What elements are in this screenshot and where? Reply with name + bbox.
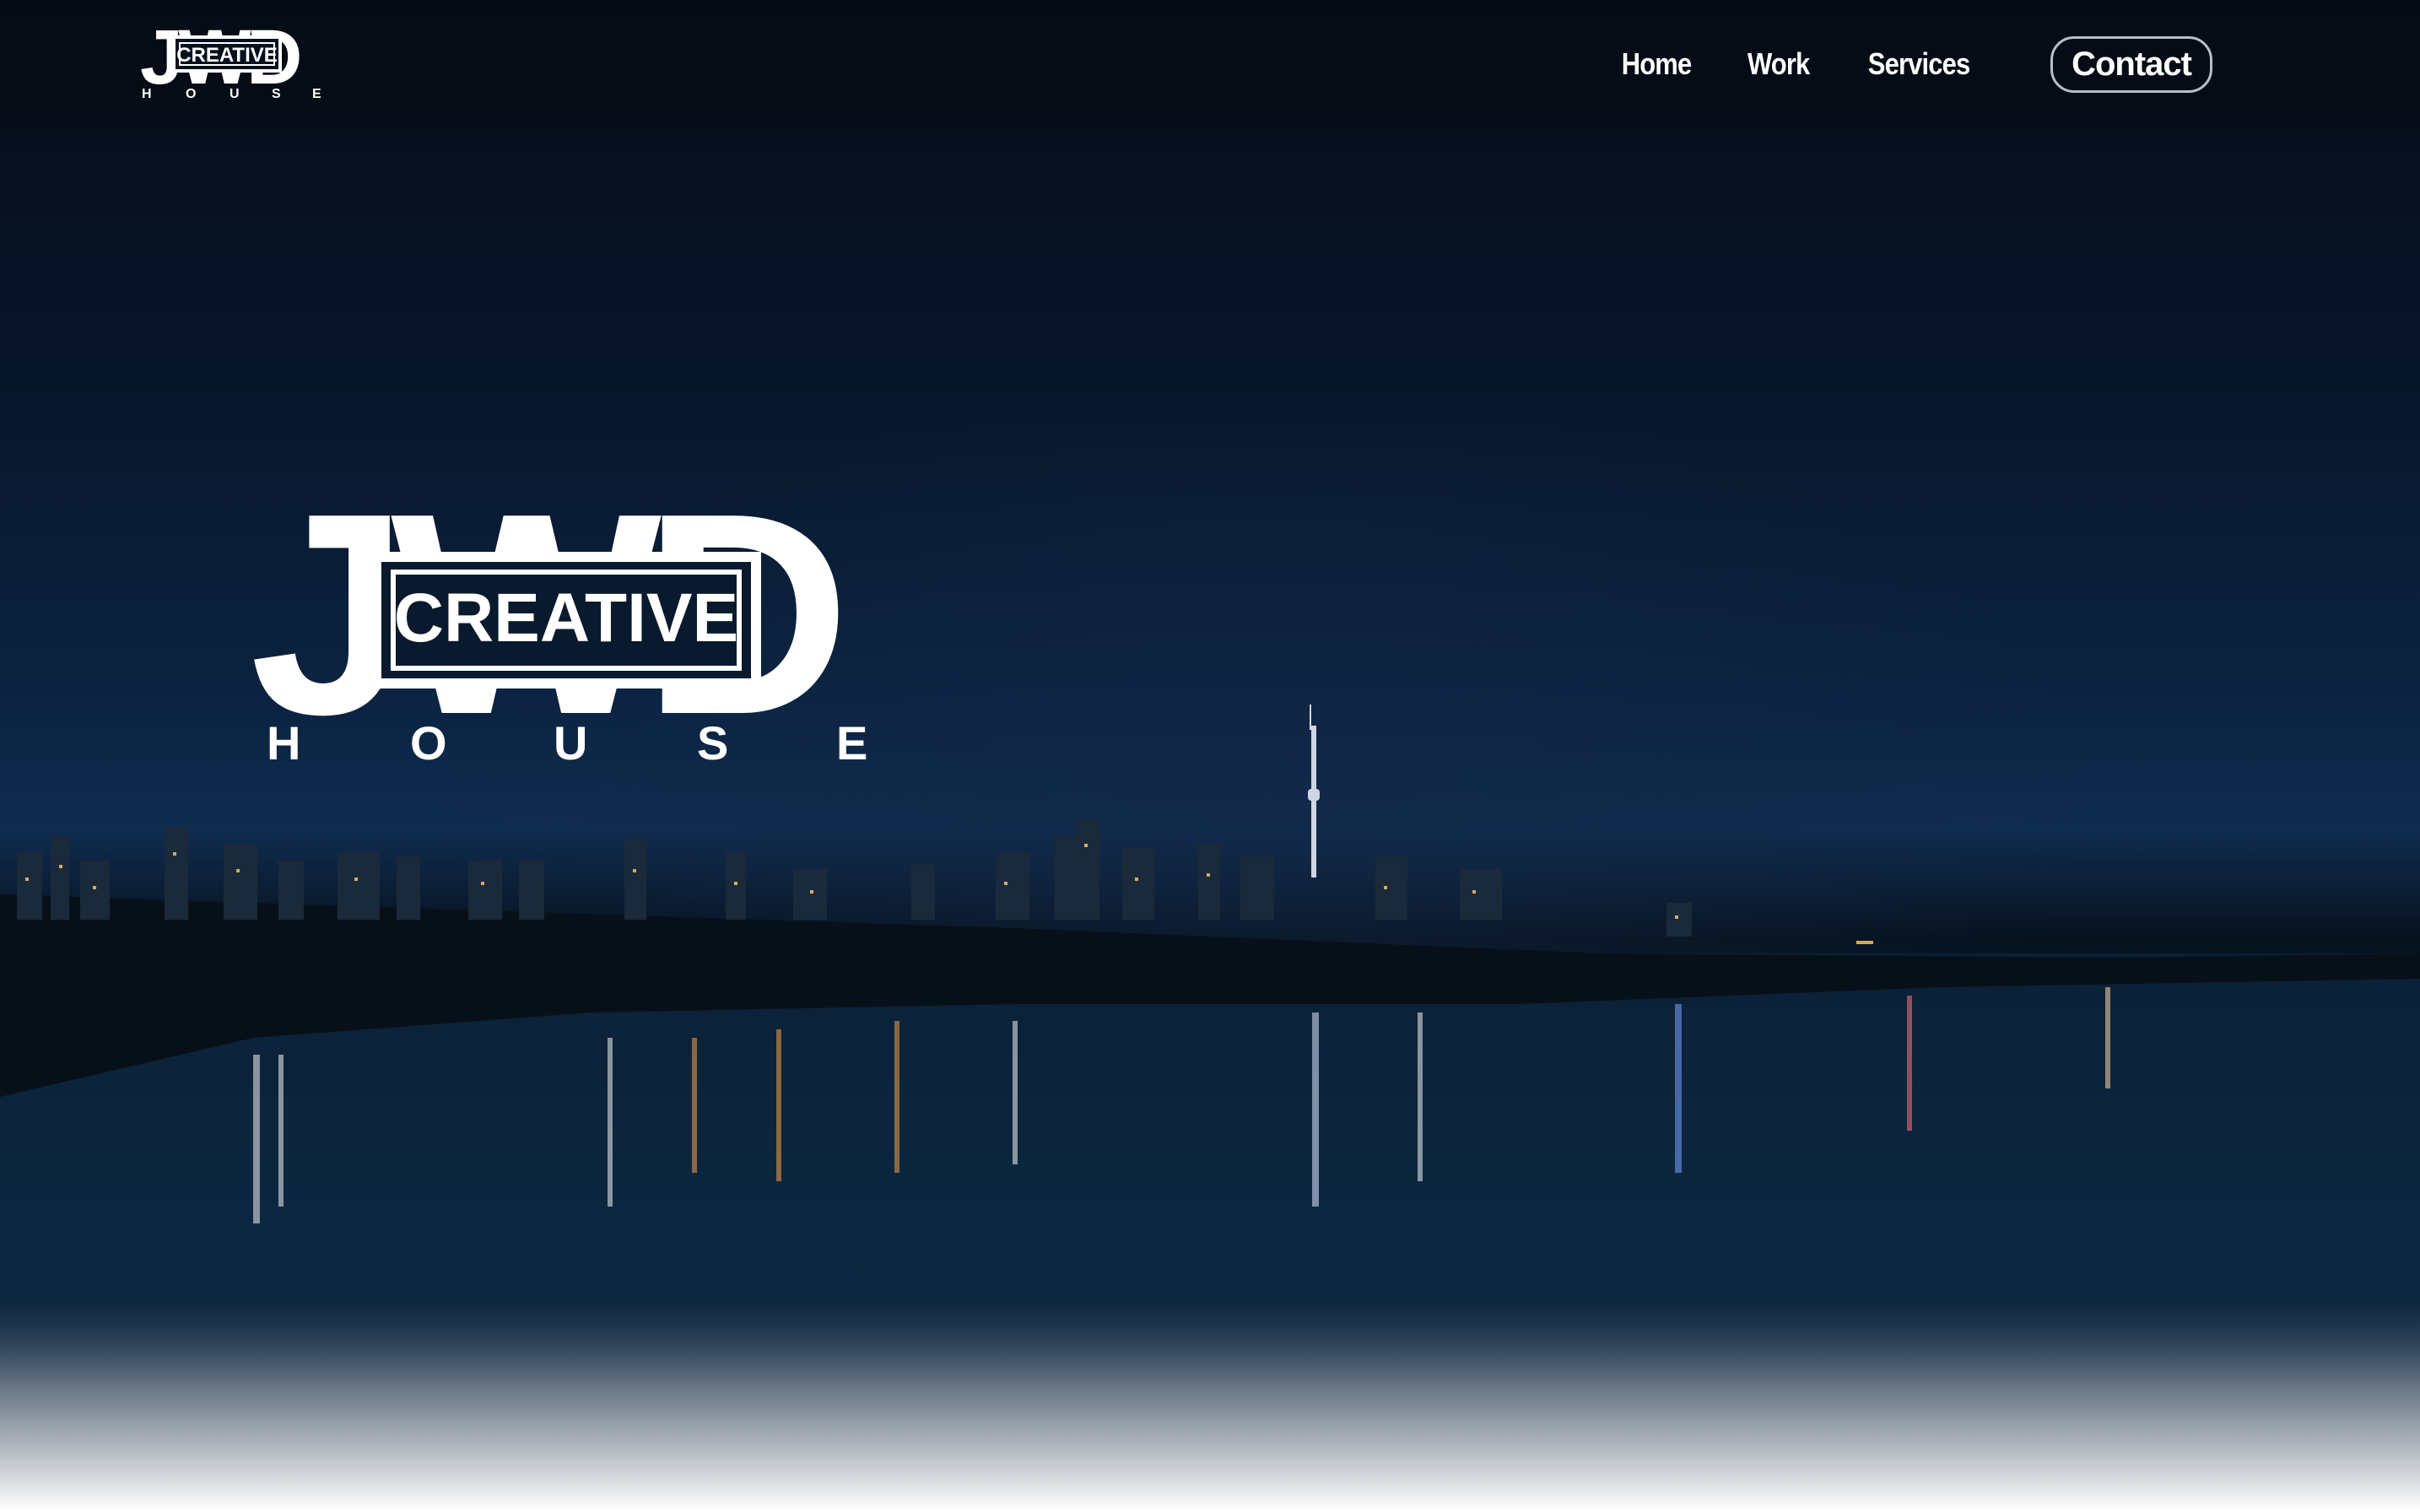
header-logo-sub-letter: E (312, 87, 321, 101)
header-logo[interactable]: JWD CREATIVE H O U S E (135, 19, 334, 101)
hero-logo-sub-letter: E (836, 716, 867, 768)
nav-link-home[interactable]: Home (1621, 46, 1691, 82)
contact-button[interactable]: Contact (2050, 35, 2212, 93)
hero-logo-sub-letter: O (410, 716, 447, 768)
hero-logo-sub-letter: U (554, 716, 587, 768)
nav-link-services[interactable]: Services (1868, 46, 1970, 82)
hero-logo-sub-letter: H (267, 716, 300, 768)
header-logo-sub-letter: S (272, 87, 281, 101)
header-logo-sub-letter: O (186, 87, 196, 101)
nav-link-work[interactable]: Work (1747, 46, 1810, 82)
header-logo-box-word: CREATIVE (176, 44, 278, 67)
header-logo-sub-letter: U (230, 87, 240, 101)
hero-logo-sub-letter: S (697, 716, 728, 768)
city-skyline-image (0, 705, 2420, 1392)
hero-logo-box-word: CREATIVE (394, 580, 739, 656)
hero-logo: JWD CREATIVE H O U S E (250, 472, 867, 768)
main-nav: Home Work Services Contact (1570, 34, 2212, 94)
header-logo-sub-letter: H (142, 87, 152, 101)
